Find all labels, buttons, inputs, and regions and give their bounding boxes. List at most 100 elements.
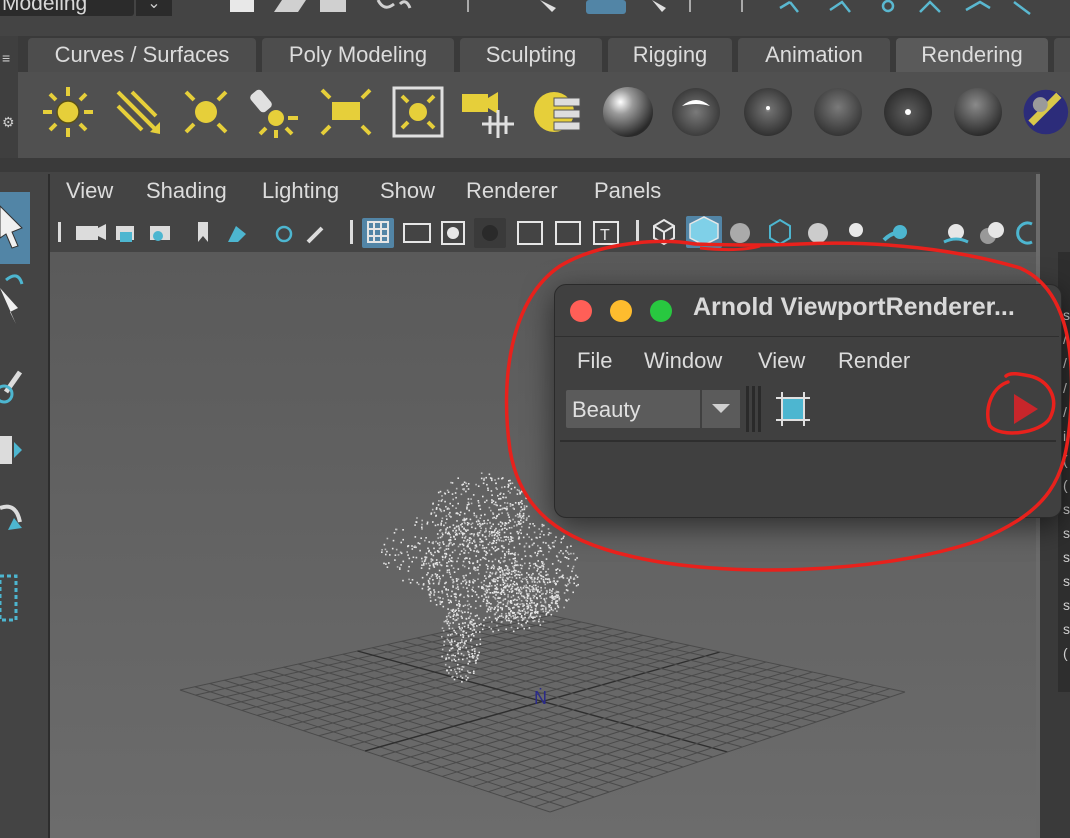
toolbar-grip (58, 222, 61, 242)
wireframe-icon (653, 218, 675, 246)
origin-locator: Ṅ (534, 688, 547, 708)
channel-item: / (1063, 380, 1067, 396)
tab-sculpting[interactable]: Sculpting (460, 38, 602, 72)
lasso-icon (652, 0, 666, 12)
open-scene-icon (274, 0, 306, 12)
select-tool-icon (0, 205, 23, 249)
channel-item: s (1063, 501, 1070, 517)
select-tool-icon (540, 0, 556, 12)
menu-renderer[interactable]: Renderer (466, 178, 558, 204)
lasso-tool-icon (5, 274, 24, 285)
menu-show[interactable]: Show (380, 178, 435, 204)
channel-item: s (1063, 597, 1070, 613)
shelf-separator (0, 158, 1070, 172)
channel-item: / (1063, 331, 1067, 347)
menu-set-label: Modeling (2, 0, 88, 15)
menu-set-select[interactable]: Modeling (0, 0, 134, 16)
layered-material-icon[interactable] (1018, 84, 1070, 140)
point-light-icon[interactable] (178, 84, 234, 140)
anti-aliasing-icon (1016, 221, 1033, 245)
camera-aim-icon[interactable] (460, 84, 516, 140)
use-all-lights-icon (849, 223, 863, 237)
smooth-shade-icon (689, 216, 719, 246)
menu-panels[interactable]: Panels (594, 178, 661, 204)
spot-light-icon[interactable] (246, 84, 302, 140)
grease-pencil-icon (306, 226, 324, 244)
undo-icon (376, 0, 395, 9)
channel-item: s (1063, 621, 1070, 637)
select-camera-icon (76, 226, 98, 240)
menu-shading[interactable]: Shading (146, 178, 227, 204)
menu-view[interactable]: View (66, 178, 113, 204)
panel-toolbar-icons[interactable]: T (50, 212, 1036, 252)
menu-lighting[interactable]: Lighting (262, 178, 339, 204)
snap-edge-icon (1013, 1, 1031, 15)
scale-tool-icon (0, 574, 18, 622)
anisotropic-material-icon[interactable] (880, 84, 936, 140)
aov-select-value: Beauty (572, 397, 641, 422)
hypershade-icon[interactable] (530, 84, 586, 140)
field-chart-icon (517, 221, 543, 245)
rotate-tool-icon (0, 504, 22, 523)
window-divider (560, 440, 1056, 442)
phong-material-icon[interactable] (668, 84, 724, 140)
bookmark-icon (198, 222, 208, 242)
channel-item: s (1063, 573, 1070, 589)
main-toolbar-icons[interactable] (230, 0, 790, 14)
chevron-down-icon[interactable] (702, 390, 740, 428)
ramp-material-icon[interactable] (950, 84, 1006, 140)
lambert-material-icon[interactable] (810, 84, 866, 140)
menu-window[interactable]: Window (644, 348, 722, 374)
save-scene-icon (320, 0, 346, 12)
channel-item: / (1063, 355, 1067, 371)
tab-rendering[interactable]: Rendering (896, 38, 1048, 72)
play-icon[interactable] (1008, 392, 1042, 426)
channel-item: ( (1063, 452, 1068, 468)
phong-e-material-icon[interactable] (740, 84, 796, 140)
channel-item: i (1063, 428, 1067, 444)
channel-item: / (1063, 404, 1067, 420)
maximize-button[interactable] (650, 300, 672, 322)
menu-icon[interactable]: ≡ (2, 50, 10, 66)
toolbox-icons[interactable] (0, 192, 38, 638)
tab-poly-modeling[interactable]: Poly Modeling (262, 38, 454, 72)
hud-text-icon: T (600, 227, 610, 244)
redo-icon (398, 0, 412, 9)
menu-view[interactable]: View (758, 348, 805, 374)
minimize-button[interactable] (610, 300, 632, 322)
select-mode-icon (586, 0, 626, 14)
chevron-down-icon[interactable]: ⌄ (136, 0, 172, 16)
close-button[interactable] (570, 300, 592, 322)
snap-view-icon (919, 0, 941, 13)
wireframe-on-shaded-icon (769, 218, 791, 246)
area-light-rect-icon[interactable] (318, 84, 374, 140)
tab-rigging[interactable]: Rigging (608, 38, 732, 72)
window-title: Arnold ViewportRenderer... (693, 293, 1015, 321)
channel-item: ( (1063, 645, 1068, 661)
blinn-material-icon[interactable] (600, 84, 656, 140)
svg-text:Ṅ: Ṅ (534, 688, 547, 708)
lasso-select-icon (0, 288, 18, 324)
area-light-icon[interactable] (110, 84, 166, 140)
menu-render[interactable]: Render (838, 348, 910, 374)
tab-curves-surfaces[interactable]: Curves / Surfaces (28, 38, 256, 72)
volume-light-icon[interactable] (390, 84, 446, 140)
channel-item: s (1063, 549, 1070, 565)
move-tool-icon (0, 436, 12, 464)
crop-region-icon[interactable] (776, 392, 810, 426)
safe-action-icon (555, 221, 581, 245)
paint-select-icon (3, 370, 23, 394)
use-default-material-icon (730, 223, 750, 243)
snap-icons[interactable] (770, 0, 1070, 16)
directional-light-icon[interactable] (40, 84, 96, 140)
tab-animation[interactable]: Animation (738, 38, 890, 72)
channel-item: s (1063, 307, 1070, 323)
gear-icon[interactable]: ⚙ (2, 114, 15, 131)
snap-surface-icon (965, 0, 991, 12)
xray-icon (808, 223, 828, 243)
snap-grid-icon (779, 0, 799, 13)
shelf-options-strip[interactable]: ≡ ⚙ (0, 36, 18, 158)
film-gate-icon (403, 223, 431, 243)
menu-file[interactable]: File (577, 348, 612, 374)
tab-more[interactable] (1054, 38, 1070, 72)
